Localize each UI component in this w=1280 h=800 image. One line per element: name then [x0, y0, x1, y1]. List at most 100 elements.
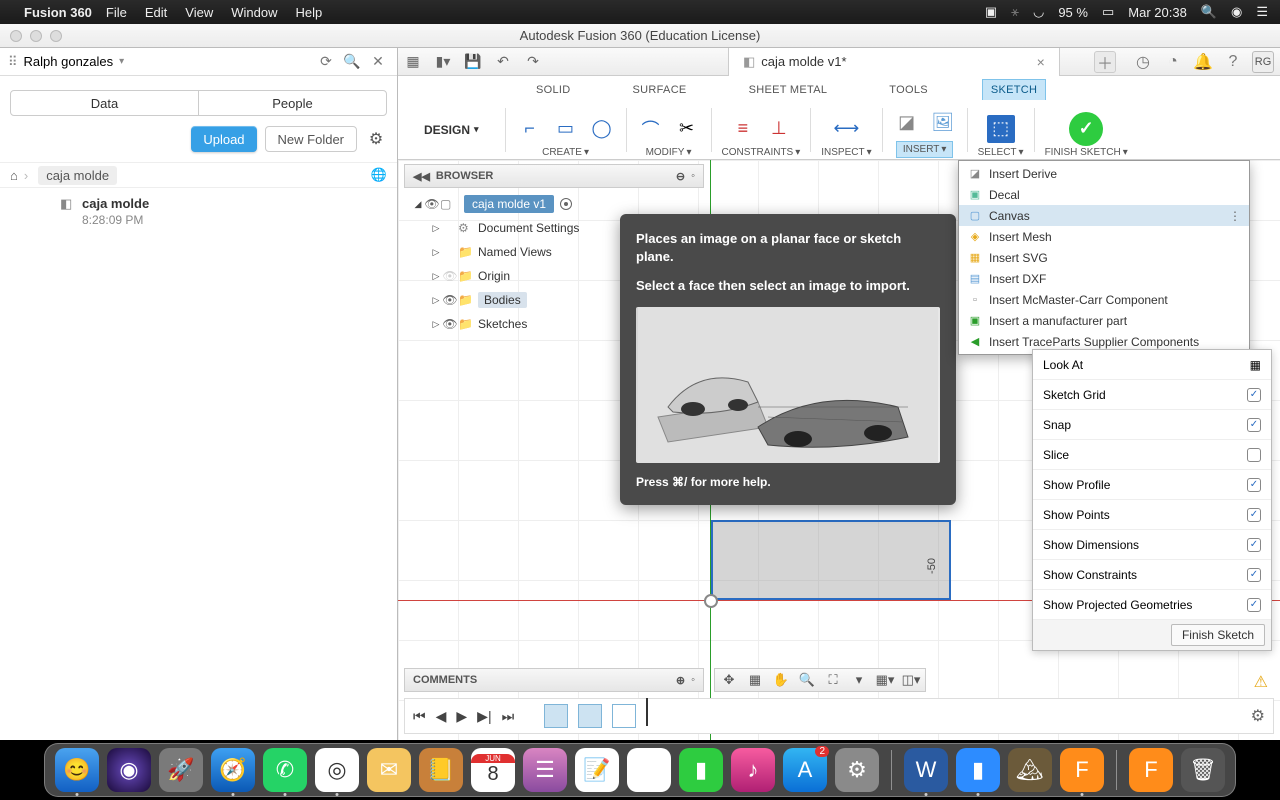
dock-trash[interactable]: 🗑: [1181, 748, 1225, 792]
notification-icon[interactable]: ☰: [1256, 4, 1268, 20]
p-snap[interactable]: Snap: [1033, 410, 1271, 440]
lookat-nav-icon[interactable]: ▦: [745, 670, 765, 690]
modify-label[interactable]: MODIFY ▾: [646, 147, 692, 158]
record-icon[interactable]: [560, 198, 572, 210]
dock-word[interactable]: W: [904, 748, 948, 792]
dock-fusion2[interactable]: F: [1129, 748, 1173, 792]
rectangle-tool-icon[interactable]: ▭: [552, 115, 580, 143]
create-label[interactable]: CREATE ▾: [542, 147, 589, 158]
clock[interactable]: Mar 20:38: [1128, 5, 1187, 20]
tl-marker[interactable]: [646, 698, 648, 726]
tl-gear-icon[interactable]: ⚙: [1251, 706, 1265, 726]
document-tab[interactable]: ◧ caja molde v1* ×: [728, 48, 1060, 76]
image-icon[interactable]: 🖼: [929, 109, 957, 137]
dock-zoom[interactable]: ▮: [956, 748, 1000, 792]
mi-decal[interactable]: ▣Decal: [959, 184, 1249, 205]
pan-icon[interactable]: ✋: [771, 670, 791, 690]
close-tab-icon[interactable]: ×: [1037, 54, 1045, 70]
dock-calendar[interactable]: JUN8: [471, 748, 515, 792]
wifi-icon[interactable]: ◡: [1033, 4, 1044, 20]
orbit-icon[interactable]: ✥: [719, 670, 739, 690]
redo-icon[interactable]: ↷: [520, 49, 546, 75]
new-doc-icon[interactable]: ＋: [1094, 51, 1116, 73]
p-show-points[interactable]: Show Points: [1033, 500, 1271, 530]
mi-mcmaster[interactable]: ▫Insert McMaster-Carr Component: [959, 289, 1249, 310]
panel-gear-icon[interactable]: ⚙: [365, 128, 387, 150]
mi-manufacturer[interactable]: ▣Insert a manufacturer part: [959, 310, 1249, 331]
file-item[interactable]: ◧ caja molde 8:28:09 PM: [0, 188, 397, 235]
sketch-rectangle[interactable]: [711, 520, 951, 600]
dock-photos[interactable]: ❀: [627, 748, 671, 792]
measure-icon[interactable]: ⟷: [832, 115, 860, 143]
user-name[interactable]: Ralph gonzales: [24, 54, 114, 69]
finish-sketch-button[interactable]: Finish Sketch: [1171, 624, 1265, 646]
tl-first-icon[interactable]: ⏮: [413, 708, 426, 725]
menu-window[interactable]: Window: [231, 5, 277, 20]
dock-music[interactable]: ♪: [731, 748, 775, 792]
menu-help[interactable]: Help: [295, 5, 322, 20]
mi-insert-dxf[interactable]: ▤Insert DXF: [959, 268, 1249, 289]
dock-appstore[interactable]: A2: [783, 748, 827, 792]
finish-label[interactable]: FINISH SKETCH ▾: [1045, 147, 1128, 158]
tab-surface[interactable]: SURFACE: [625, 80, 695, 100]
menubar-app[interactable]: Fusion 360: [24, 5, 92, 20]
derive-icon[interactable]: ◪: [893, 109, 921, 137]
dock-reminders[interactable]: ☰: [523, 748, 567, 792]
tl-play-icon[interactable]: ▶: [456, 708, 467, 725]
dimension-icon[interactable]: ⊥: [765, 115, 793, 143]
dock-notes[interactable]: 📝: [575, 748, 619, 792]
undo-icon[interactable]: ↶: [490, 49, 516, 75]
line-tool-icon[interactable]: ⌐: [516, 115, 544, 143]
chevron-down-icon[interactable]: ▾: [119, 56, 124, 67]
tab-tools[interactable]: TOOLS: [881, 80, 936, 100]
horizontal-constraint-icon[interactable]: ≡: [729, 115, 757, 143]
insert-label[interactable]: INSERT ▾: [896, 141, 954, 158]
mi-canvas[interactable]: ▢Canvas⋮: [959, 205, 1249, 226]
extensions-icon[interactable]: ◷: [1130, 49, 1156, 75]
mi-insert-svg[interactable]: ▦Insert SVG: [959, 247, 1249, 268]
circle-tool-icon[interactable]: ◯: [588, 115, 616, 143]
p-sketch-grid[interactable]: Sketch Grid: [1033, 380, 1271, 410]
facetime-icon[interactable]: ▣: [985, 4, 997, 20]
globe-icon[interactable]: 🌐: [371, 167, 387, 183]
p-show-constraints[interactable]: Show Constraints: [1033, 560, 1271, 590]
tl-feature-2[interactable]: [578, 704, 602, 728]
grid-icon[interactable]: ▦: [400, 49, 426, 75]
battery-icon[interactable]: ▭: [1102, 4, 1114, 20]
tab-people[interactable]: People: [198, 91, 386, 115]
tl-next-icon[interactable]: ▶|: [477, 708, 491, 725]
fillet-icon[interactable]: ⌒: [637, 115, 665, 143]
browser-header[interactable]: ◀◀BROWSER ⊖◦: [404, 164, 704, 188]
p-show-profile[interactable]: Show Profile: [1033, 470, 1271, 500]
select-icon[interactable]: ⬚: [987, 115, 1015, 143]
p-slice[interactable]: Slice: [1033, 440, 1271, 470]
dock-photo[interactable]: 🏔: [1008, 748, 1052, 792]
p-show-projected[interactable]: Show Projected Geometries: [1033, 590, 1271, 620]
home-icon[interactable]: ⌂: [10, 168, 18, 183]
dock-mail[interactable]: ✉: [367, 748, 411, 792]
dock-facetime[interactable]: ▮: [679, 748, 723, 792]
refresh-icon[interactable]: ⟳: [315, 51, 337, 73]
workspace-dropdown[interactable]: DESIGN▾: [414, 117, 489, 143]
origin-marker[interactable]: [704, 594, 718, 608]
finish-sketch-icon[interactable]: ✓: [1069, 112, 1103, 146]
viewport-icon[interactable]: ◫▾: [901, 670, 921, 690]
dock-contacts[interactable]: 📒: [419, 748, 463, 792]
tl-feature-3[interactable]: [612, 704, 636, 728]
palette-lookat[interactable]: Look At▦: [1033, 350, 1271, 380]
zoom-icon[interactable]: 🔍: [797, 670, 817, 690]
dock-safari[interactable]: 🧭: [211, 748, 255, 792]
tab-solid[interactable]: SOLID: [528, 80, 579, 100]
trim-icon[interactable]: ✂: [673, 115, 701, 143]
warning-icon[interactable]: ⚠: [1254, 672, 1268, 692]
dock-fusion[interactable]: F: [1060, 748, 1104, 792]
file-icon[interactable]: ▮▾: [430, 49, 456, 75]
dock-siri[interactable]: ◉: [107, 748, 151, 792]
dock-finder[interactable]: 😊: [55, 748, 99, 792]
constraints-label[interactable]: CONSTRAINTS ▾: [722, 147, 801, 158]
browser-root[interactable]: ◢👁▢ caja molde v1: [404, 192, 704, 216]
close-panel-icon[interactable]: ✕: [367, 51, 389, 73]
dock-whatsapp[interactable]: ✆: [263, 748, 307, 792]
siri-icon[interactable]: ◉: [1231, 4, 1242, 20]
save-icon[interactable]: 💾: [460, 49, 486, 75]
